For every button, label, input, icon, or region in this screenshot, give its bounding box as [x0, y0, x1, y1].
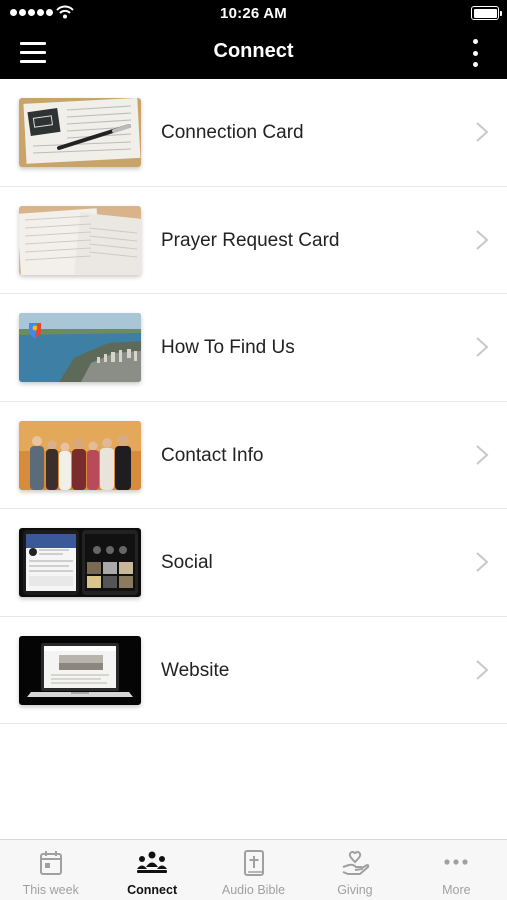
social-phones-image [19, 528, 141, 597]
tab-more[interactable]: More [406, 840, 507, 900]
list-item-label: Prayer Request Card [161, 229, 340, 251]
tab-label: Audio Bible [221, 883, 286, 897]
list-item-connection-card[interactable]: Connection Card [0, 79, 507, 187]
calendar-icon [39, 851, 62, 875]
chevron-right-icon [476, 337, 489, 357]
chevron-right-icon [476, 444, 489, 465]
chevron-right-icon [476, 122, 489, 142]
tab-audio-bible[interactable]: Audio Bible [203, 840, 304, 900]
giving-hand-icon [342, 850, 370, 875]
tab-connect[interactable]: Connect [101, 840, 202, 900]
people-icon [137, 851, 168, 873]
list-item-label: Website [161, 659, 230, 681]
more-options-icon[interactable] [469, 39, 481, 67]
prayer-request-image [19, 205, 141, 275]
tab-giving[interactable]: Giving [304, 840, 405, 900]
battery-icon [471, 6, 502, 20]
list-item-contact-info[interactable]: Contact Info [0, 402, 507, 509]
nav-bar: Connect [0, 26, 507, 79]
chevron-right-icon [476, 659, 489, 680]
list-item-social[interactable]: Social [0, 509, 507, 617]
connection-card-image [19, 98, 141, 167]
website-laptop-image [19, 635, 141, 705]
bible-icon [243, 850, 264, 876]
list-item-label: Connection Card [161, 122, 304, 143]
list-item-prayer-request-card[interactable]: Prayer Request Card [0, 187, 507, 294]
ellipsis-icon [444, 859, 468, 865]
list-item-label: Contact Info [161, 444, 264, 466]
chevron-right-icon [476, 552, 489, 572]
chevron-right-icon [476, 229, 489, 250]
tab-this-week[interactable]: This week [0, 840, 101, 900]
tab-label: Connect [127, 883, 178, 897]
connect-list: Connection Card Prayer Request Card How … [0, 79, 507, 724]
tab-bar: This week Connect Audio Bible Giving Mor… [0, 839, 507, 900]
list-item-label: Social [161, 552, 213, 573]
list-item-how-to-find-us[interactable]: How To Find Us [0, 294, 507, 402]
tab-label: Giving [337, 883, 373, 897]
status-bar: 10:26 AM [0, 0, 507, 26]
page-title: Connect [213, 40, 294, 62]
tab-label: This week [22, 883, 79, 897]
team-photo-image [19, 420, 141, 490]
status-time: 10:26 AM [220, 5, 287, 22]
list-item-label: How To Find Us [161, 337, 295, 358]
list-item-website[interactable]: Website [0, 617, 507, 724]
city-map-image [19, 313, 141, 382]
tab-label: More [442, 883, 471, 897]
